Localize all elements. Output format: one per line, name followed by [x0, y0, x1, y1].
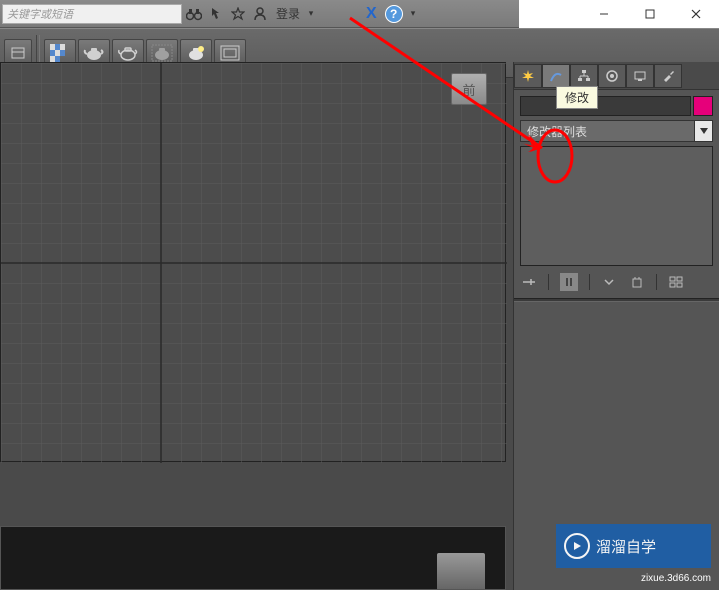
pin-stack-icon[interactable] — [520, 273, 538, 291]
viewport-grid — [1, 63, 507, 463]
watermark-badge: 溜溜自学 — [556, 524, 711, 568]
command-panel: 修改 修改器列表 — [513, 62, 719, 590]
configure-sets-icon[interactable] — [667, 273, 685, 291]
command-panel-tabs: 修改 — [514, 62, 719, 90]
maximize-button[interactable] — [627, 0, 673, 28]
make-unique-icon[interactable] — [600, 273, 618, 291]
display-tab[interactable] — [626, 64, 654, 88]
remove-modifier-icon[interactable] — [628, 273, 646, 291]
stack-toolbar — [520, 272, 713, 292]
star-icon[interactable] — [230, 6, 246, 22]
motion-tab[interactable] — [598, 64, 626, 88]
timeline-preview — [0, 526, 506, 590]
show-end-result-icon[interactable] — [559, 272, 579, 292]
object-name-row — [520, 96, 713, 116]
help-icon[interactable]: ? — [385, 5, 403, 23]
login-dropdown-icon[interactable]: ▾ — [306, 6, 316, 22]
play-circle-icon — [564, 533, 590, 559]
chevron-down-icon — [694, 121, 712, 141]
modifier-list-dropdown[interactable]: 修改器列表 — [520, 120, 713, 142]
person-icon[interactable] — [252, 6, 268, 22]
stack-separator — [589, 274, 590, 290]
modifier-stack[interactable] — [520, 146, 713, 266]
modify-tooltip: 修改 — [556, 86, 598, 109]
panel-divider — [514, 298, 719, 302]
object-color-swatch[interactable] — [693, 96, 713, 116]
close-button[interactable] — [673, 0, 719, 28]
preview-object-icon — [437, 553, 485, 589]
search-input[interactable]: 关键字或短语 — [2, 4, 182, 24]
pointer-down-icon[interactable] — [208, 6, 224, 22]
modify-tab[interactable] — [542, 64, 570, 88]
x-logo-icon[interactable]: X — [366, 5, 377, 23]
menu-icon-group: 登录 ▾ — [186, 5, 316, 22]
stack-separator — [548, 274, 549, 290]
utilities-tab[interactable] — [654, 64, 682, 88]
object-name-input[interactable] — [520, 96, 691, 116]
login-button[interactable]: 登录 — [276, 5, 300, 22]
window-controls — [519, 0, 719, 28]
modifier-list-label: 修改器列表 — [527, 123, 587, 140]
stack-separator — [656, 274, 657, 290]
watermark-url: zixue.3d66.com — [641, 573, 711, 584]
viewport-label[interactable]: 前 — [451, 73, 487, 105]
minimize-button[interactable] — [581, 0, 627, 28]
hierarchy-tab[interactable] — [570, 64, 598, 88]
create-tab[interactable] — [514, 64, 542, 88]
binoculars-icon[interactable] — [186, 6, 202, 22]
watermark-text: 溜溜自学 — [596, 536, 656, 557]
viewport-front[interactable]: 前 — [0, 62, 506, 462]
